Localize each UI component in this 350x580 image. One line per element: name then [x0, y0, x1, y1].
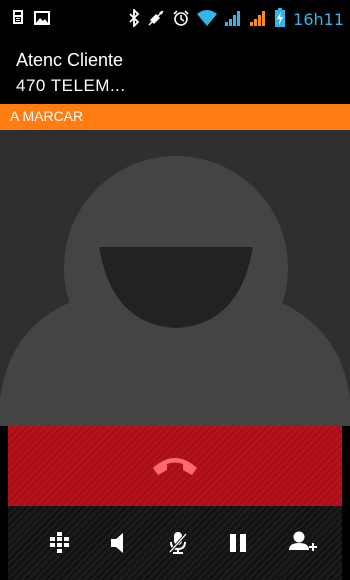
in-call-controls	[8, 506, 342, 580]
status-bar: 16h11	[0, 0, 350, 38]
caller-name: Atenc Cliente	[16, 50, 124, 70]
speaker-button[interactable]	[84, 506, 150, 580]
wifi-icon	[197, 9, 218, 31]
sim-toolkit-icon	[12, 9, 24, 29]
caller-number: 470 TELEM...	[16, 76, 126, 95]
hold-button[interactable]	[205, 506, 271, 580]
add-call-button[interactable]	[270, 506, 336, 580]
status-time: 16h11	[293, 10, 344, 29]
picture-icon	[34, 10, 50, 29]
speaker-icon	[111, 533, 123, 553]
pause-icon	[230, 534, 246, 552]
call-state-label: A MARCAR	[10, 108, 84, 124]
call-state-bar: A MARCAR	[0, 104, 350, 130]
dialpad-icon	[50, 532, 69, 553]
end-call-button[interactable]	[150, 451, 200, 481]
mute-button[interactable]	[145, 506, 211, 580]
signal-icon	[249, 9, 267, 31]
default-contact-avatar-icon	[0, 156, 350, 426]
end-call-area[interactable]	[8, 426, 342, 506]
mute-mic-icon	[168, 532, 188, 554]
mute-icon	[147, 9, 165, 31]
caller-header: Atenc Cliente 470 TELEM...	[0, 38, 350, 104]
end-call-icon	[153, 458, 197, 475]
add-call-icon	[289, 531, 317, 551]
signal-icon	[224, 9, 242, 31]
bluetooth-icon	[128, 7, 140, 31]
alarm-icon	[172, 9, 190, 31]
contact-photo	[0, 130, 350, 426]
battery-charging-icon	[274, 8, 286, 32]
